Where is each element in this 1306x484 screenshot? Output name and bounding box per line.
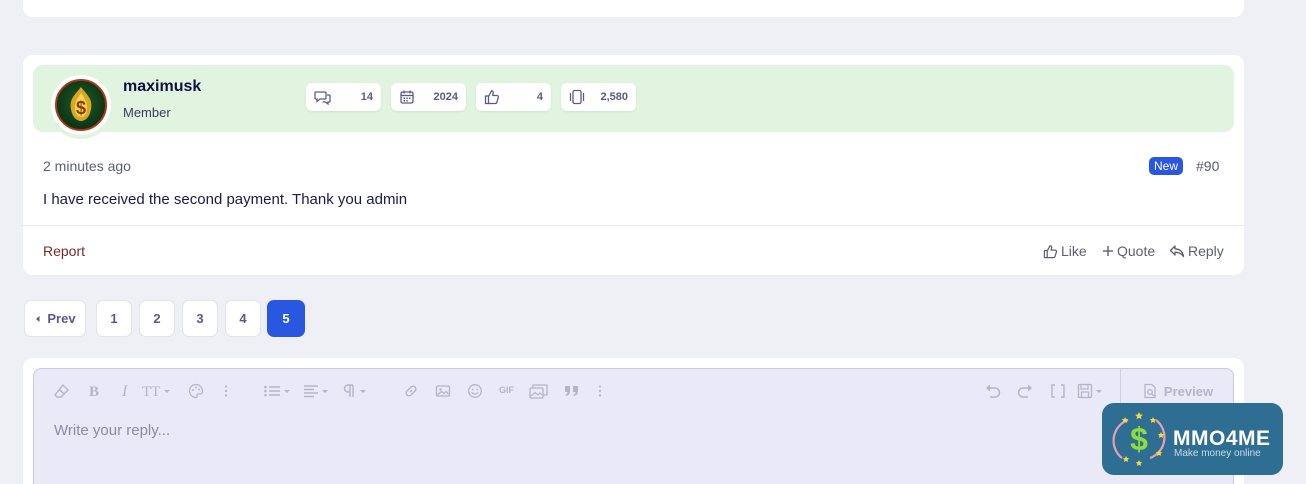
link-icon[interactable] xyxy=(403,383,419,399)
report-link[interactable]: Report xyxy=(43,243,85,259)
stat-messages-value: 14 xyxy=(360,91,373,103)
stat-messages: 14 xyxy=(306,83,381,111)
italic-icon[interactable]: I xyxy=(120,383,132,399)
stat-joined: 2024 xyxy=(391,83,466,111)
reply-form: B I TT GIF Preview Write your reply... xyxy=(23,358,1244,484)
thumbs-up-icon xyxy=(1043,244,1058,258)
post-card: $ maximusk Member 14 2024 4 2,580 2 minu… xyxy=(23,55,1244,275)
media-icon[interactable] xyxy=(529,383,549,399)
post-user-header: $ maximusk Member 14 2024 4 2,580 xyxy=(33,65,1234,135)
save-draft-icon[interactable] xyxy=(1077,383,1107,399)
eraser-icon[interactable] xyxy=(54,383,70,399)
dollar-flame-icon: $ xyxy=(70,87,92,121)
bbcode-toggle-icon[interactable] xyxy=(1050,383,1066,399)
stat-reactions-value: 4 xyxy=(536,91,543,103)
pagination-page-1[interactable]: 1 xyxy=(96,300,132,337)
pagination-prev-label: Prev xyxy=(47,311,76,326)
like-button[interactable]: Like xyxy=(1043,243,1087,259)
paragraph-icon[interactable] xyxy=(342,383,372,399)
pagination-prev-button[interactable]: Prev xyxy=(24,300,86,337)
pagination-page-2[interactable]: 2 xyxy=(139,300,175,337)
avatar-image: $ xyxy=(55,79,107,131)
undo-icon[interactable] xyxy=(984,383,1002,399)
post-number-link[interactable]: #90 xyxy=(1196,158,1219,174)
align-icon[interactable] xyxy=(302,383,332,399)
avatar[interactable]: $ xyxy=(51,75,111,135)
user-title: Member xyxy=(123,105,171,120)
reply-arrow-icon xyxy=(1169,245,1185,258)
more-vertical-icon[interactable] xyxy=(223,383,229,399)
svg-text:$: $ xyxy=(1130,421,1148,457)
stat-joined-value: 2024 xyxy=(433,91,458,103)
post-message: I have received the second payment. Than… xyxy=(43,191,408,208)
stat-points: 2,580 xyxy=(561,83,636,111)
calendar-icon xyxy=(400,90,414,104)
stat-points-value: 2,580 xyxy=(600,91,628,103)
plus-icon xyxy=(1103,246,1113,256)
quote-icon[interactable] xyxy=(563,383,581,399)
smiley-icon[interactable] xyxy=(467,383,483,399)
username[interactable]: maximusk xyxy=(123,78,201,96)
pagination-page-3[interactable]: 3 xyxy=(182,300,218,337)
svg-text:I: I xyxy=(121,383,128,399)
post-divider xyxy=(23,225,1244,226)
svg-text:B: B xyxy=(89,384,99,399)
thumbs-up-icon xyxy=(484,90,500,105)
quote-label: Quote xyxy=(1117,243,1156,259)
dollar-stars-logo-icon: $ xyxy=(1112,412,1166,466)
svg-text:$: $ xyxy=(76,98,86,118)
gif-icon[interactable]: GIF xyxy=(499,385,514,395)
reply-placeholder: Write your reply... xyxy=(54,422,171,439)
mmo4me-logo[interactable]: $ MMO4ME Make money online xyxy=(1102,403,1283,475)
stat-reactions: 4 xyxy=(476,83,551,111)
redo-icon[interactable] xyxy=(1016,383,1034,399)
text-size-icon[interactable]: TT xyxy=(141,383,171,399)
svg-text:TT: TT xyxy=(142,384,160,399)
quote-button[interactable]: Quote xyxy=(1102,243,1155,259)
points-icon xyxy=(569,89,585,105)
previous-post-card xyxy=(23,0,1244,17)
palette-icon[interactable] xyxy=(188,383,204,399)
more-vertical-icon[interactable] xyxy=(597,383,603,399)
reply-label: Reply xyxy=(1188,243,1224,259)
list-icon[interactable] xyxy=(263,383,293,399)
preview-label: Preview xyxy=(1163,383,1214,399)
pagination-page-4[interactable]: 4 xyxy=(225,300,261,337)
pagination-page-5-current[interactable]: 5 xyxy=(267,300,305,337)
post-timestamp[interactable]: 2 minutes ago xyxy=(43,158,131,174)
like-label: Like xyxy=(1061,243,1087,259)
caret-left-icon xyxy=(36,315,40,322)
messages-icon xyxy=(314,91,331,105)
reply-editor[interactable]: B I TT GIF Preview Write your reply... xyxy=(33,368,1234,484)
new-badge: New xyxy=(1149,157,1184,175)
preview-icon xyxy=(1144,383,1156,399)
bold-icon[interactable]: B xyxy=(87,383,101,399)
reply-button[interactable]: Reply xyxy=(1169,243,1224,259)
image-icon[interactable] xyxy=(435,383,451,399)
logo-tagline: Make money online xyxy=(1174,448,1261,459)
